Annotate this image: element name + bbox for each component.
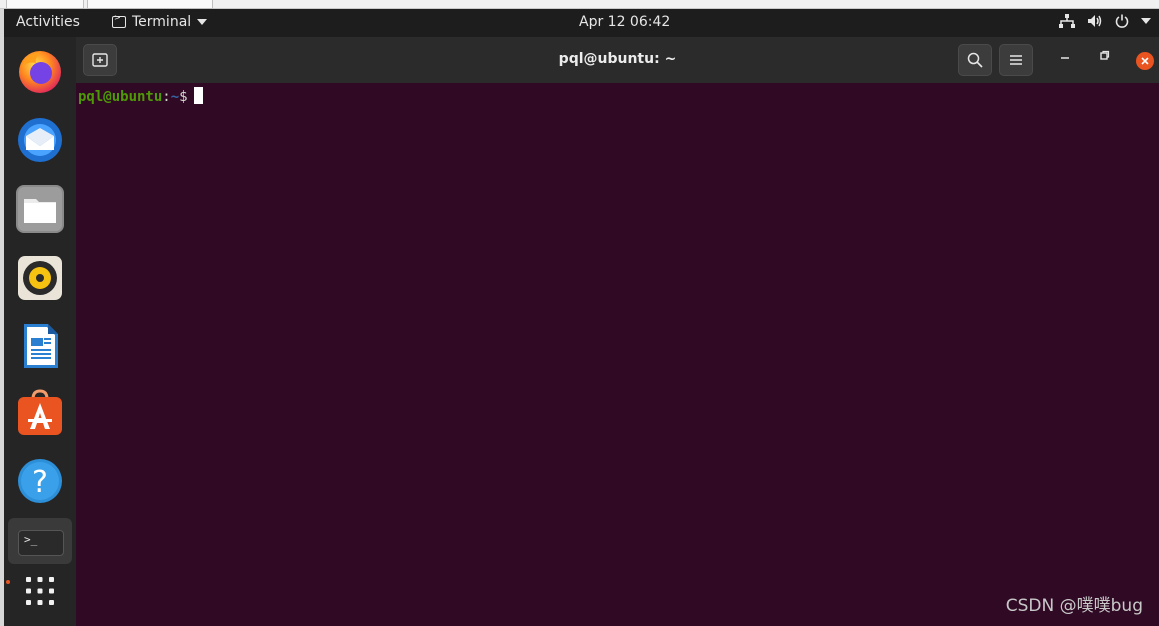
search-icon xyxy=(967,52,983,68)
terminal-content[interactable]: pql@ubuntu:~$ CSDN @噗噗bug xyxy=(76,83,1159,626)
rhythmbox-icon xyxy=(18,256,62,300)
chevron-down-icon xyxy=(1141,18,1151,24)
software-icon xyxy=(18,389,62,435)
dock-terminal[interactable]: >_ xyxy=(8,518,72,564)
dock-files[interactable] xyxy=(16,185,64,233)
writer-icon xyxy=(24,324,58,368)
dock-rhythmbox[interactable] xyxy=(16,254,64,302)
terminal-headerbar: pql@ubuntu: ~ xyxy=(76,37,1159,83)
terminal-app-icon xyxy=(112,13,126,28)
network-icon xyxy=(1059,14,1075,28)
app-grid-icon xyxy=(26,577,54,605)
watermark: CSDN @噗噗bug xyxy=(1005,596,1143,616)
activities-button[interactable]: Activities xyxy=(16,14,80,30)
dock-ubuntu-software[interactable] xyxy=(16,389,64,437)
terminal-icon-glyph: >_ xyxy=(24,533,38,546)
dock: ? >_ xyxy=(4,37,76,626)
svg-text:?: ? xyxy=(32,465,48,500)
host-tab-strip xyxy=(0,0,1159,9)
hamburger-icon xyxy=(1010,55,1022,65)
prompt-user: pql@ubuntu xyxy=(78,89,163,105)
power-icon xyxy=(1115,14,1129,28)
files-icon xyxy=(18,187,62,231)
search-button[interactable] xyxy=(958,44,992,76)
dock-thunderbird[interactable] xyxy=(16,116,64,164)
dock-firefox[interactable] xyxy=(16,47,64,95)
prompt-dollar: $ xyxy=(179,89,188,105)
system-tray[interactable] xyxy=(1059,14,1151,28)
close-icon xyxy=(1141,57,1149,65)
volume-icon xyxy=(1088,15,1102,27)
minimize-icon xyxy=(1061,57,1069,59)
running-indicator xyxy=(6,580,10,584)
caret-down-icon xyxy=(197,19,208,25)
dock-libreoffice-writer[interactable] xyxy=(16,322,64,370)
app-menu[interactable]: Terminal xyxy=(112,13,208,30)
show-applications-button[interactable] xyxy=(16,567,64,615)
host-tab-home[interactable] xyxy=(6,0,84,9)
shell-prompt: pql@ubuntu:~$ xyxy=(78,87,203,105)
thunderbird-icon xyxy=(18,118,62,162)
host-tab-vm[interactable] xyxy=(87,0,213,9)
window-title: pql@ubuntu: ~ xyxy=(558,51,677,67)
dock-help[interactable]: ? xyxy=(16,457,64,505)
close-button[interactable] xyxy=(1136,52,1154,70)
app-menu-label: Terminal xyxy=(132,14,192,30)
clock[interactable]: Apr 12 06:42 xyxy=(579,14,670,30)
firefox-icon xyxy=(19,51,61,93)
maximize-button[interactable] xyxy=(1098,49,1110,65)
menu-button[interactable] xyxy=(999,44,1033,76)
minimize-button[interactable] xyxy=(1059,49,1071,65)
prompt-colon: : xyxy=(162,89,171,105)
terminal-icon: >_ xyxy=(18,530,64,556)
help-icon: ? xyxy=(18,459,62,503)
restore-icon xyxy=(1100,50,1110,60)
prompt-path: ~ xyxy=(170,89,180,105)
text-cursor xyxy=(193,87,203,104)
top-bar: Activities Terminal Apr 12 06:42 xyxy=(4,9,1159,37)
